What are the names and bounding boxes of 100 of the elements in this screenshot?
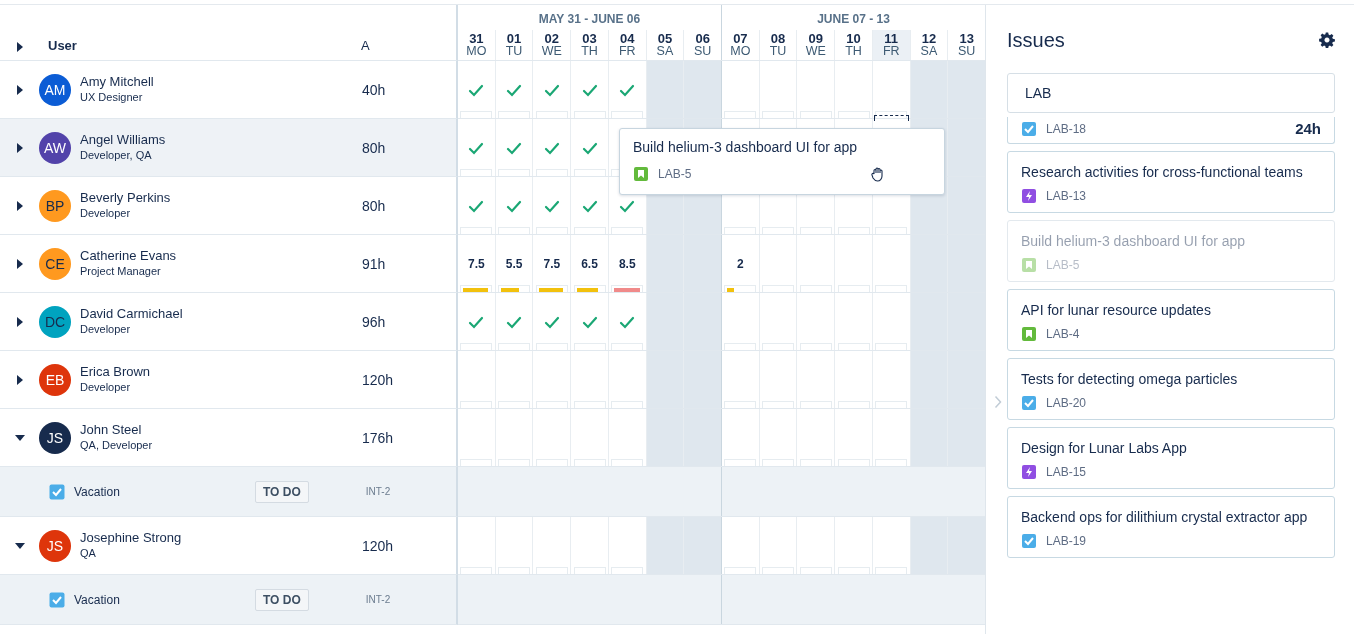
issue-card[interactable]: Backend ops for dilithium crystal extractor app LAB-19 <box>1007 496 1335 558</box>
day-cell[interactable] <box>570 293 608 350</box>
day-cell[interactable] <box>721 517 759 574</box>
day-cell[interactable] <box>721 409 759 466</box>
day-cell[interactable] <box>532 517 571 574</box>
day-cell[interactable] <box>494 177 533 234</box>
day-cell[interactable] <box>607 409 646 466</box>
day-cell[interactable] <box>947 409 986 466</box>
day-cell[interactable] <box>607 293 646 350</box>
bookmark-icon <box>1021 326 1037 342</box>
day-cell[interactable] <box>494 351 533 408</box>
day-cell[interactable] <box>570 119 608 176</box>
day-header: 12 SA <box>909 30 948 60</box>
day-cell[interactable] <box>494 119 533 176</box>
day-cell[interactable] <box>721 61 759 118</box>
day-cell[interactable] <box>909 409 948 466</box>
day-cell[interactable] <box>834 61 872 118</box>
user-row-background[interactable]: BP Beverly Perkins Developer 80h <box>0 177 458 235</box>
user-role: Developer <box>80 322 132 337</box>
day-cell[interactable] <box>532 119 571 176</box>
user-name: Beverly Perkins <box>80 190 172 206</box>
day-cell[interactable]: 6.5 <box>570 235 608 292</box>
issue-card[interactable]: Tests for detecting omega particles LAB-20 <box>1007 358 1335 420</box>
day-cell[interactable] <box>758 351 797 408</box>
day-cell[interactable] <box>645 409 684 466</box>
day-cell[interactable] <box>909 61 948 118</box>
day-cell[interactable] <box>607 61 646 118</box>
day-cell[interactable]: 7.5 <box>458 235 495 292</box>
issue-card[interactable]: LAB-18 24h <box>1007 117 1335 144</box>
day-cell[interactable] <box>721 351 759 408</box>
day-cell[interactable] <box>834 293 872 350</box>
day-cell[interactable] <box>796 409 835 466</box>
settings-icon[interactable] <box>1319 32 1335 48</box>
day-cell[interactable] <box>683 517 722 574</box>
user-row-background[interactable]: EB Erica Brown Developer 120h <box>0 351 458 409</box>
issue-estimate: 24h <box>1295 120 1321 137</box>
day-cell[interactable] <box>796 293 835 350</box>
day-cell[interactable] <box>834 517 872 574</box>
user-row-background[interactable]: AW Angel Williams Developer, QA 80h <box>0 119 458 177</box>
day-cell[interactable] <box>570 409 608 466</box>
day-cell[interactable]: 2 <box>721 235 759 292</box>
day-cell[interactable] <box>570 351 608 408</box>
issue-card[interactable]: Design for Lunar Labs App LAB-15 <box>1007 427 1335 489</box>
day-cell[interactable] <box>871 235 910 292</box>
day-cell[interactable] <box>947 61 986 118</box>
day-cell[interactable] <box>909 517 948 574</box>
day-cell[interactable] <box>947 517 986 574</box>
day-cell[interactable] <box>683 61 722 118</box>
day-cell[interactable] <box>871 351 910 408</box>
user-row-background[interactable]: DC David Carmichael Developer 96h <box>0 293 458 351</box>
day-cell[interactable] <box>570 517 608 574</box>
column-header[interactable]: User <box>48 38 361 53</box>
checkbox[interactable] <box>49 591 65 608</box>
day-cell[interactable] <box>532 177 571 234</box>
day-cell[interactable] <box>758 409 797 466</box>
day-cell[interactable] <box>532 61 571 118</box>
day-cell[interactable] <box>758 235 797 292</box>
day-cell[interactable] <box>796 351 835 408</box>
search-field[interactable]: LAB <box>1007 73 1335 113</box>
day-cell[interactable] <box>570 177 608 234</box>
day-cell[interactable] <box>494 409 533 466</box>
day-cell[interactable] <box>683 409 722 466</box>
day-cell[interactable] <box>532 409 571 466</box>
day-cell[interactable] <box>494 517 533 574</box>
day-cell[interactable] <box>871 293 910 350</box>
day-cell[interactable] <box>871 517 910 574</box>
day-cell[interactable] <box>796 61 835 118</box>
day-cell[interactable] <box>834 409 872 466</box>
day-cell[interactable] <box>607 351 646 408</box>
day-cell[interactable] <box>758 517 797 574</box>
day-cell[interactable] <box>532 293 571 350</box>
day-cell[interactable] <box>758 61 797 118</box>
day-cell[interactable] <box>645 517 684 574</box>
issue-card[interactable]: Research activities for cross-functional teams LAB-13 <box>1007 151 1335 213</box>
issue-title: Build helium-3 dashboard UI for app <box>633 139 859 155</box>
day-cell[interactable] <box>796 517 835 574</box>
user-row-background[interactable]: CE Catherine Evans Project Manager 91h <box>0 235 458 293</box>
day-cell[interactable]: 5.5 <box>494 235 533 292</box>
day-cell[interactable] <box>721 293 759 350</box>
day-cell[interactable] <box>871 409 910 466</box>
day-cell[interactable] <box>758 293 797 350</box>
day-cell[interactable] <box>570 61 608 118</box>
day-cell[interactable] <box>645 61 684 118</box>
panel-title: Issues <box>1007 28 1065 52</box>
day-cell[interactable] <box>871 61 910 118</box>
day-cell[interactable] <box>494 293 533 350</box>
column-header[interactable]: A <box>361 38 370 53</box>
chevron-icon[interactable] <box>994 395 1002 409</box>
day-cell[interactable] <box>532 351 571 408</box>
issue-card[interactable]: API for lunar resource updates LAB-4 <box>1007 289 1335 351</box>
check-icon <box>581 83 598 98</box>
day-cell[interactable]: 8.5 <box>607 235 646 292</box>
day-cell[interactable] <box>607 517 646 574</box>
checkbox[interactable] <box>49 483 65 500</box>
day-cell[interactable] <box>494 61 533 118</box>
day-cell[interactable]: 7.5 <box>532 235 571 292</box>
day-cell[interactable] <box>834 351 872 408</box>
day-cell[interactable] <box>834 235 872 292</box>
day-cell[interactable] <box>796 235 835 292</box>
dragged-issue-tooltip[interactable]: Build helium-3 dashboard UI for app LAB-5 <box>619 128 945 195</box>
